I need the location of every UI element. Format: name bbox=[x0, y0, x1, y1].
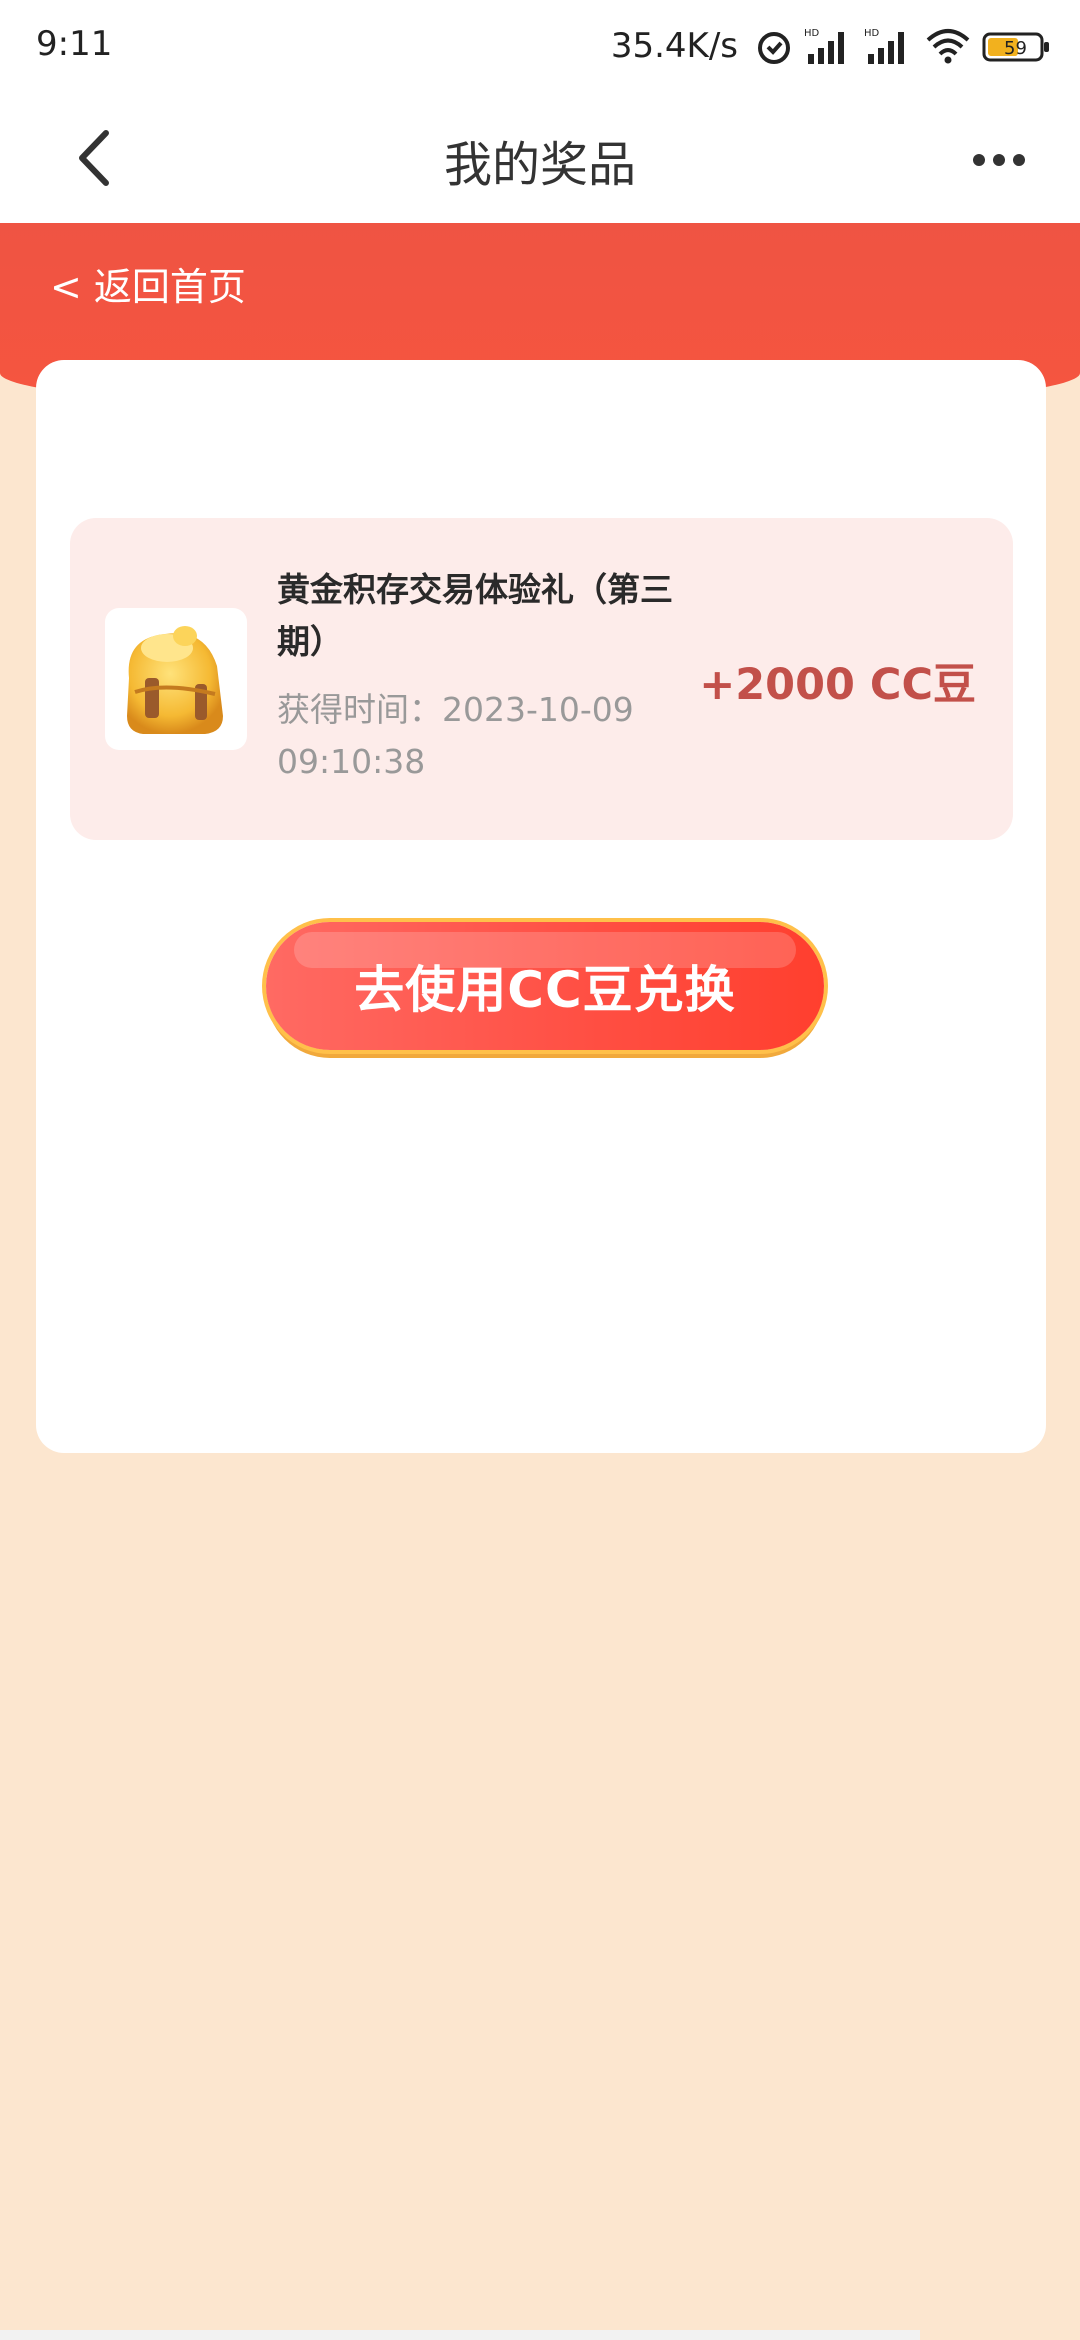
status-time: 9:11 bbox=[36, 24, 113, 64]
more-button[interactable] bbox=[964, 135, 1034, 185]
use-cc-beans-button[interactable]: 去使用CC豆兑换 bbox=[266, 922, 824, 1050]
prize-amount: +2000 CC豆 bbox=[699, 660, 976, 710]
bottom-bar bbox=[0, 2330, 920, 2340]
more-dots-icon bbox=[973, 154, 1025, 166]
back-home-link[interactable]: < 返回首页 bbox=[50, 256, 246, 311]
title-bar: 我的奖品 bbox=[0, 95, 1080, 224]
wifi-icon bbox=[924, 26, 972, 66]
golden-backpack-icon bbox=[105, 608, 247, 750]
page-title: 我的奖品 bbox=[443, 137, 636, 193]
prize-time: 获得时间：2023-10-09 09:10:38 bbox=[277, 690, 634, 781]
signal-hd-icon: HD bbox=[864, 26, 914, 66]
prize-title: 黄金积存交易体验礼（第三期） bbox=[277, 570, 673, 661]
status-icons: 35.4K/s HD HD 59 bbox=[611, 22, 1052, 70]
network-speed: 35.4K/s bbox=[610, 26, 738, 66]
signal-hd-icon: HD bbox=[804, 26, 854, 66]
svg-text:HD: HD bbox=[864, 28, 880, 39]
battery-level: 59 bbox=[1004, 38, 1027, 59]
battery-icon: 59 bbox=[982, 26, 1052, 66]
alarm-icon bbox=[754, 26, 794, 66]
use-cc-beans-label: 去使用CC豆兑换 bbox=[354, 961, 736, 1019]
svg-text:HD: HD bbox=[804, 28, 820, 39]
status-bar: 9:11 35.4K/s HD HD 59 bbox=[0, 0, 1080, 95]
